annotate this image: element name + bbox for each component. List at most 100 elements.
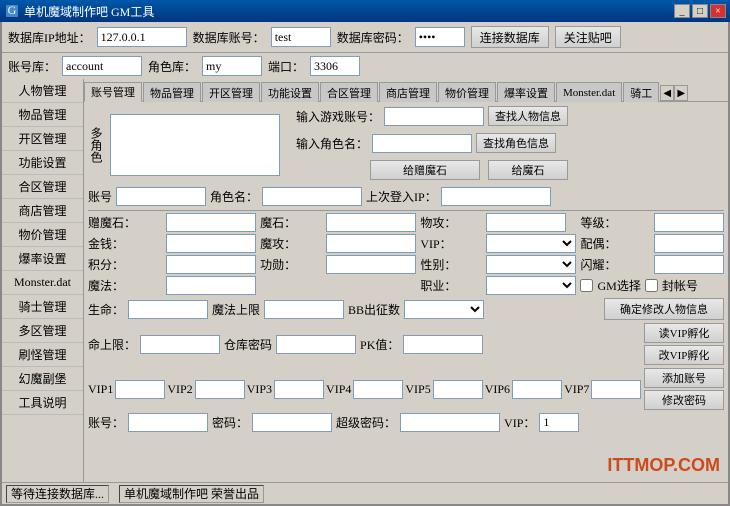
super-password-input[interactable] bbox=[400, 413, 500, 432]
tab-merge[interactable]: 合区管理 bbox=[320, 82, 378, 102]
tab-open-area[interactable]: 开区管理 bbox=[202, 82, 260, 102]
sidebar-item-monster-dat[interactable]: Monster.dat bbox=[2, 271, 83, 295]
tab-monster[interactable]: Monster.dat bbox=[556, 82, 622, 102]
job-select[interactable] bbox=[486, 276, 576, 295]
vip-stat-label: VIP： bbox=[420, 235, 482, 252]
minimize-button[interactable]: _ bbox=[674, 4, 690, 18]
add-account-button[interactable]: 添加账号 bbox=[644, 368, 724, 388]
tab-next-button[interactable]: ▶ bbox=[674, 85, 688, 101]
close-tieba-button[interactable]: 关注贴吧 bbox=[555, 26, 621, 48]
tab-prev-button[interactable]: ◀ bbox=[660, 85, 674, 101]
gold-input[interactable] bbox=[166, 234, 256, 253]
magic-upper-input[interactable] bbox=[264, 300, 344, 319]
sidebar-item-price[interactable]: 物价管理 bbox=[2, 223, 83, 247]
merit-label: 功勋： bbox=[260, 256, 322, 273]
give-magic-button[interactable]: 给魔石 bbox=[488, 160, 568, 180]
tab-drop-rate[interactable]: 爆率设置 bbox=[497, 82, 555, 102]
bb-exit-select[interactable] bbox=[404, 300, 484, 319]
account-field-input[interactable] bbox=[116, 187, 206, 206]
magic-label: 魔石： bbox=[260, 214, 322, 231]
give-donated-magic-button[interactable]: 给赠魔石 bbox=[370, 160, 480, 180]
gm-select-checkbox[interactable] bbox=[580, 279, 593, 292]
account2-input[interactable] bbox=[128, 413, 208, 432]
account-lib-input[interactable] bbox=[62, 56, 142, 76]
account2-label: 账号： bbox=[88, 414, 124, 431]
tab-price[interactable]: 物价管理 bbox=[438, 82, 496, 102]
sidebar-item-knight[interactable]: 骑士管理 bbox=[2, 295, 83, 319]
vip6-input[interactable] bbox=[512, 380, 562, 399]
vip7-input[interactable] bbox=[591, 380, 641, 399]
close-button[interactable]: × bbox=[710, 4, 726, 18]
connect-db-button[interactable]: 连接数据库 bbox=[471, 26, 549, 48]
modify-password-button[interactable]: 修改密码 bbox=[644, 390, 724, 410]
db-account-input[interactable] bbox=[271, 27, 331, 47]
sidebar-item-function[interactable]: 功能设置 bbox=[2, 151, 83, 175]
magic-attack-input[interactable] bbox=[326, 234, 416, 253]
confirm-modify-button[interactable]: 确定修改人物信息 bbox=[604, 298, 724, 320]
vip2-input[interactable] bbox=[195, 380, 245, 399]
spouse-input[interactable] bbox=[654, 234, 724, 253]
merit-input[interactable] bbox=[326, 255, 416, 274]
flawless-input[interactable] bbox=[654, 255, 724, 274]
tab-function[interactable]: 功能设置 bbox=[261, 82, 319, 102]
donated-magic-label: 赠魔石： bbox=[88, 214, 162, 231]
modify-vip-button[interactable]: 改VIP孵化 bbox=[644, 345, 724, 365]
gender-select[interactable] bbox=[486, 255, 576, 274]
vip-stat-select[interactable] bbox=[486, 234, 576, 253]
flawless-label: 闪耀： bbox=[580, 256, 650, 273]
sidebar-item-character[interactable]: 人物管理 bbox=[2, 79, 83, 103]
copyright-status: 单机魔域制作吧 荣誉出品 bbox=[119, 485, 264, 503]
life-input[interactable] bbox=[128, 300, 208, 319]
port-input[interactable] bbox=[310, 56, 360, 76]
upper-limit-input[interactable] bbox=[140, 335, 220, 354]
phys-attack-input[interactable] bbox=[486, 213, 566, 232]
sidebar-item-shop[interactable]: 商店管理 bbox=[2, 199, 83, 223]
vip4-input[interactable] bbox=[353, 380, 403, 399]
db-ip-input[interactable] bbox=[97, 27, 187, 47]
tab-shop[interactable]: 商店管理 bbox=[379, 82, 437, 102]
sidebar-item-items[interactable]: 物品管理 bbox=[2, 103, 83, 127]
search-role-input[interactable] bbox=[372, 134, 472, 153]
sidebar-item-drop-rate[interactable]: 爆率设置 bbox=[2, 247, 83, 271]
vip3-input[interactable] bbox=[274, 380, 324, 399]
sidebar-item-merge[interactable]: 合区管理 bbox=[2, 175, 83, 199]
role-lib-input[interactable] bbox=[202, 56, 262, 76]
vip6-label: VIP6 bbox=[485, 382, 510, 397]
password-input[interactable] bbox=[252, 413, 332, 432]
tab-bar: 账号管理 物品管理 开区管理 功能设置 合区管理 商店管理 物价管理 爆率设置 … bbox=[84, 79, 728, 102]
sidebar-item-tool-desc[interactable]: 工具说明 bbox=[2, 391, 83, 415]
sidebar-item-spawn[interactable]: 刷怪管理 bbox=[2, 343, 83, 367]
donated-magic-input[interactable] bbox=[166, 213, 256, 232]
search-role-button[interactable]: 查找角色信息 bbox=[476, 133, 556, 153]
sidebar-item-multi-area[interactable]: 多区管理 bbox=[2, 319, 83, 343]
tab-items[interactable]: 物品管理 bbox=[143, 82, 201, 102]
search-account-input[interactable] bbox=[384, 107, 484, 126]
pk-value-input[interactable] bbox=[403, 335, 483, 354]
bb-exit-label: BB出征数 bbox=[348, 301, 400, 318]
db-password-input[interactable] bbox=[415, 27, 465, 47]
magic2-input[interactable] bbox=[166, 276, 256, 295]
magic-input[interactable] bbox=[326, 213, 416, 232]
level-input[interactable] bbox=[654, 213, 724, 232]
points-label: 积分： bbox=[88, 256, 162, 273]
sidebar-item-open-area[interactable]: 开区管理 bbox=[2, 127, 83, 151]
vip1-input[interactable] bbox=[115, 380, 165, 399]
read-vip-button[interactable]: 读VIP孵化 bbox=[644, 323, 724, 343]
multi-char-box[interactable] bbox=[110, 114, 280, 176]
vip7-label: VIP7 bbox=[564, 382, 589, 397]
vip5-input[interactable] bbox=[433, 380, 483, 399]
gender-label: 性别： bbox=[420, 256, 482, 273]
last-login-ip-input[interactable] bbox=[441, 187, 551, 206]
points-input[interactable] bbox=[166, 255, 256, 274]
tab-account[interactable]: 账号管理 bbox=[84, 82, 142, 102]
life-label: 生命： bbox=[88, 301, 124, 318]
main-panel: 账号管理 物品管理 开区管理 功能设置 合区管理 商店管理 物价管理 爆率设置 … bbox=[84, 79, 728, 482]
seal-account-checkbox[interactable] bbox=[645, 279, 658, 292]
search-account-button[interactable]: 查找人物信息 bbox=[488, 106, 568, 126]
warehouse-pwd-input[interactable] bbox=[276, 335, 356, 354]
role-name-input[interactable] bbox=[262, 187, 362, 206]
sidebar-item-phantom[interactable]: 幻魔副堡 bbox=[2, 367, 83, 391]
maximize-button[interactable]: □ bbox=[692, 4, 708, 18]
vip2-stat-input[interactable] bbox=[539, 413, 579, 432]
tab-knight-work[interactable]: 骑工 bbox=[623, 82, 659, 102]
